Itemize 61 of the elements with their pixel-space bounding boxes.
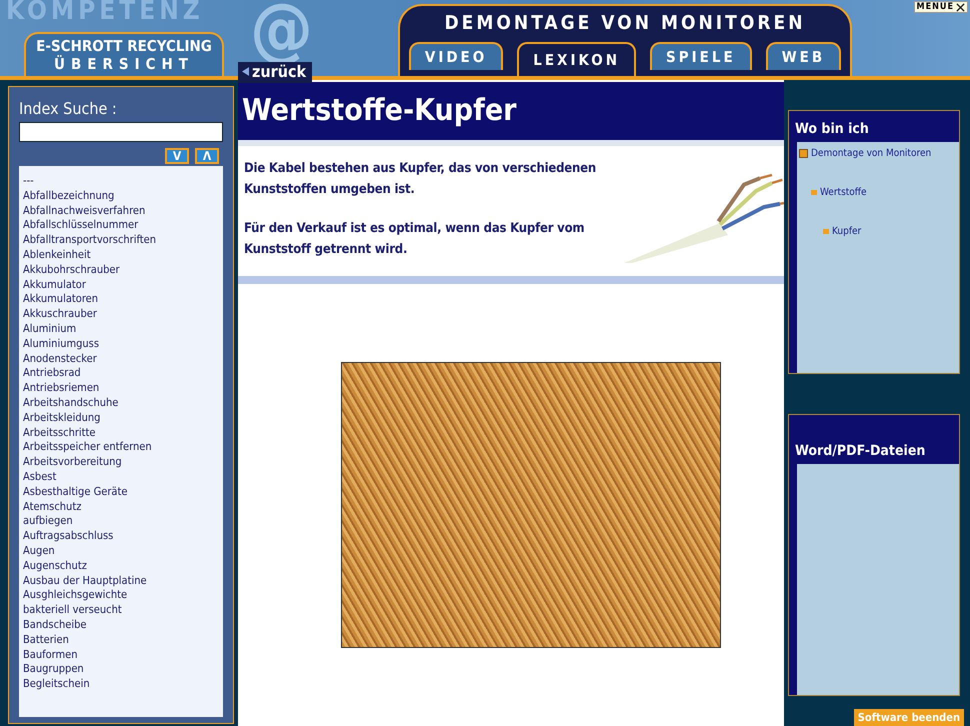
article-paragraph: Die Kabel bestehen aus Kupfer, das von verschiedenen Kunststoffen umgeben ist. (244, 160, 598, 199)
index-item[interactable]: bakteriell verseucht (23, 603, 219, 618)
index-item[interactable]: Arbeitsspeicher entfernen (23, 440, 219, 456)
tree-item[interactable]: Demontage von Monitoren (811, 148, 932, 159)
index-item[interactable]: --- (23, 174, 219, 189)
index-item[interactable]: Antriebsriemen (23, 381, 219, 396)
node-bullet-icon (823, 229, 829, 234)
index-item[interactable]: Arbeitskleidung (23, 410, 219, 426)
index-item[interactable]: Antriebsrad (23, 366, 219, 382)
index-item[interactable]: Arbeitsvorbereitung (23, 455, 219, 470)
index-item[interactable]: Bauformen (23, 648, 219, 662)
scroll-down-button[interactable]: V (165, 148, 189, 164)
nav-tab[interactable]: LEXIKON (517, 42, 636, 76)
index-item[interactable]: Ausghleichsgewichte (23, 588, 219, 604)
index-item[interactable]: Akkumulatoren (23, 292, 219, 308)
tree-item[interactable]: Kupfer (832, 226, 862, 237)
index-item[interactable]: Asbest (23, 470, 219, 485)
article-paragraph: Für den Verkauf ist es optimal, wenn das Kupfer vom Kunststoff getrennt wird. (244, 220, 586, 259)
index-item[interactable]: Abfallnachweisverfahren (23, 204, 219, 218)
location-title: Wo bin ich (794, 120, 870, 139)
at-sign-drawing: @ (250, 0, 313, 64)
index-item[interactable]: Asbesthaltige Geräte (23, 484, 219, 500)
files-title: Word/PDF-Dateien (794, 442, 926, 461)
index-item[interactable]: Bandscheibe (23, 618, 219, 633)
index-item[interactable]: Augen (23, 544, 219, 559)
article-title: Wertstoffe-Kupfer (238, 82, 784, 146)
index-item[interactable]: Aluminium (23, 322, 219, 337)
node-bullet-icon (811, 190, 817, 195)
overview-button[interactable]: E-SCHROTT RECYCLING ÜBERSICHT (24, 32, 224, 76)
index-item[interactable]: Aluminiumguss (23, 336, 219, 352)
index-item[interactable]: Abfallbezeichnung (23, 188, 219, 204)
back-link[interactable]: zurück (238, 62, 312, 83)
index-item[interactable]: Baugruppen (23, 662, 219, 678)
left-triangle-icon (242, 67, 249, 76)
index-item[interactable]: Arbeitshandschuhe (23, 396, 219, 411)
index-title: Index Suche : (19, 99, 118, 118)
menu-button[interactable]: MENUE (914, 1, 968, 13)
index-item[interactable]: Atemschutz (23, 500, 219, 514)
node-bullet-icon (799, 149, 808, 158)
index-item[interactable]: Akkubohrschrauber (23, 262, 219, 278)
index-item[interactable]: Begleitschein (23, 677, 219, 692)
index-item[interactable]: Batterien (23, 632, 219, 648)
index-item[interactable]: Arbeitsschritte (23, 426, 219, 440)
index-item[interactable]: Akkumulator (23, 278, 219, 292)
index-item[interactable]: aufbiegen (23, 514, 219, 530)
index-item[interactable]: Ablenkeinheit (23, 248, 219, 263)
tree-item[interactable]: Wertstoffe (820, 187, 867, 198)
close-icon (956, 2, 965, 12)
nav-tab[interactable]: WEB (766, 42, 842, 70)
search-field[interactable] (19, 122, 223, 142)
scroll-up-button[interactable]: Λ (195, 148, 219, 164)
index-item[interactable]: Anodenstecker (23, 352, 219, 366)
index-item[interactable]: Auftragsabschluss (23, 529, 219, 544)
nav-tab[interactable]: VIDEO (408, 42, 504, 70)
index-item[interactable]: Augenschutz (23, 558, 219, 574)
section-title: DEMONTAGE VON MONITOREN (444, 12, 806, 34)
index-item[interactable]: Abfallschlüsselnummer (23, 218, 219, 234)
index-item[interactable]: Ausbau der Hauptplatine (23, 574, 219, 588)
nav-tab[interactable]: SPIELE (650, 42, 752, 70)
index-item[interactable]: Akkuschrauber (23, 307, 219, 322)
index-item[interactable]: Abfalltransportvorschriften (23, 233, 219, 248)
